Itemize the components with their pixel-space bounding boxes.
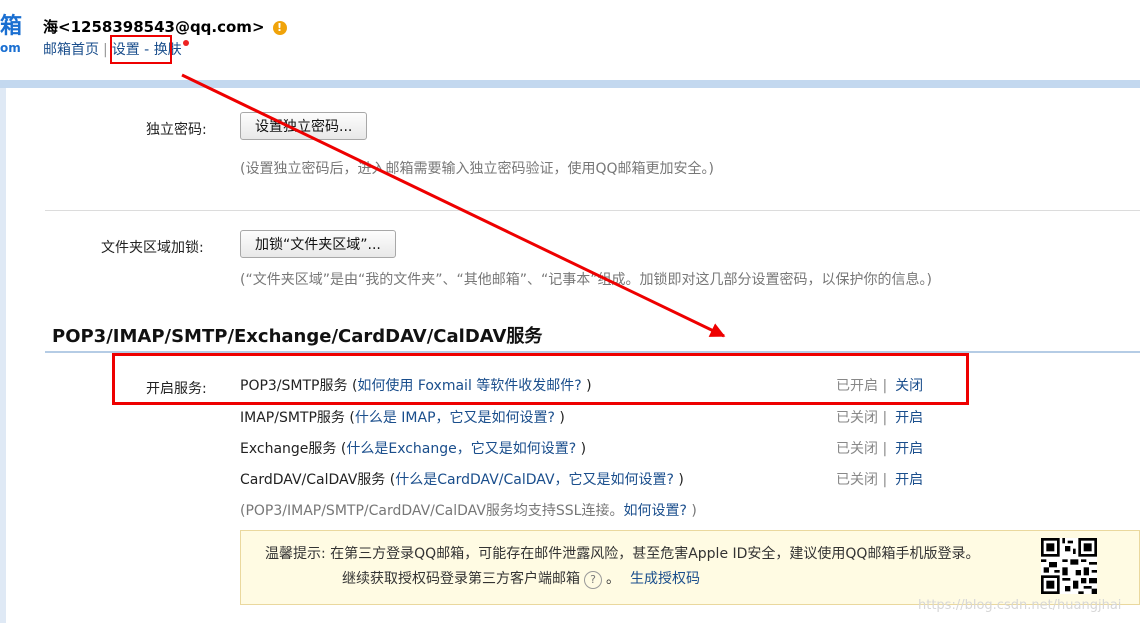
service-name: CardDAV/CalDAV服务 <box>240 472 386 488</box>
status-text: 已关闭 <box>836 410 878 426</box>
nav-separator: | <box>103 42 108 58</box>
help-icon[interactable]: ? <box>584 571 602 589</box>
independent-password-note: (设置独立密码后，进入邮箱需要输入独立密码验证，使用QQ邮箱更加安全。) <box>240 161 714 177</box>
user-email: 海<1258398543@qq.com>! <box>43 16 287 37</box>
service-row-imap: IMAP/SMTP服务 (什么是 IMAP，它又是如何设置? ) <box>240 410 565 426</box>
service-help-link[interactable]: 什么是CardDAV/CalDAV，它又是如何设置? <box>395 472 674 488</box>
tip-line-1: 温馨提示: 在第三方登录QQ邮箱，可能存在邮件泄露风险，甚至危害Apple ID… <box>265 546 980 562</box>
warning-icon[interactable]: ! <box>272 21 287 35</box>
enable-imap-button[interactable]: 开启 <box>895 410 923 426</box>
pop3-highlight-box <box>112 353 969 405</box>
service-help-link[interactable]: 什么是Exchange，它又是如何设置? <box>346 441 576 457</box>
folder-lock-note: (“文件夹区域”是由“我的文件夹”、“其他邮箱”、“记事本”组成。加锁即对这几部… <box>240 272 932 288</box>
status-text: 已关闭 <box>836 472 878 488</box>
ssl-note: (POP3/IMAP/SMTP/CardDAV/CalDAV服务均支持SSL连接… <box>240 503 697 519</box>
watermark: https://blog.csdn.net/huangjhai <box>918 598 1122 613</box>
service-status-exchange: 已关闭 | 开启 <box>836 441 924 457</box>
enable-exchange-button[interactable]: 开启 <box>895 441 923 457</box>
warm-tip-box: 温馨提示: 在第三方登录QQ邮箱，可能存在邮件泄露风险，甚至危害Apple ID… <box>240 530 1140 605</box>
set-independent-password-button[interactable]: 设置独立密码... <box>240 112 368 140</box>
service-status-imap: 已关闭 | 开启 <box>836 410 924 426</box>
section-title: POP3/IMAP/SMTP/Exchange/CardDAV/CalDAV服务 <box>52 326 543 347</box>
generate-auth-code-link[interactable]: 生成授权码 <box>630 571 700 587</box>
tip-line-2: 继续获取授权码登录第三方客户端邮箱?。生成授权码 <box>342 571 700 589</box>
notification-dot-icon <box>182 40 189 46</box>
service-name: Exchange服务 <box>240 441 337 457</box>
service-row-exchange: Exchange服务 (什么是Exchange，它又是如何设置? ) <box>240 441 587 457</box>
service-row-carddav: CardDAV/CalDAV服务 (什么是CardDAV/CalDAV，它又是如… <box>240 472 684 488</box>
independent-password-label: 独立密码: <box>146 122 207 138</box>
mail-header: 箱 om 海<1258398543@qq.com>! 邮箱首页 | 设置 - 换肤 <box>0 0 1140 80</box>
divider <box>45 210 1140 211</box>
service-status-carddav: 已关闭 | 开启 <box>836 472 924 488</box>
enable-carddav-button[interactable]: 开启 <box>895 472 923 488</box>
header-bar <box>0 80 1140 88</box>
lock-folder-area-button[interactable]: 加锁“文件夹区域”... <box>240 230 396 258</box>
logo[interactable]: 箱 om <box>0 15 22 56</box>
qr-code-icon <box>1041 538 1097 594</box>
folder-lock-label: 文件夹区域加锁: <box>101 240 204 256</box>
service-help-link[interactable]: 什么是 IMAP，它又是如何设置? <box>355 410 555 426</box>
nav-home-link[interactable]: 邮箱首页 <box>43 42 99 58</box>
service-name: IMAP/SMTP服务 <box>240 410 345 426</box>
settings-highlight-box <box>110 35 172 64</box>
status-text: 已关闭 <box>836 441 878 457</box>
ssl-help-link[interactable]: 如何设置? <box>623 503 686 519</box>
